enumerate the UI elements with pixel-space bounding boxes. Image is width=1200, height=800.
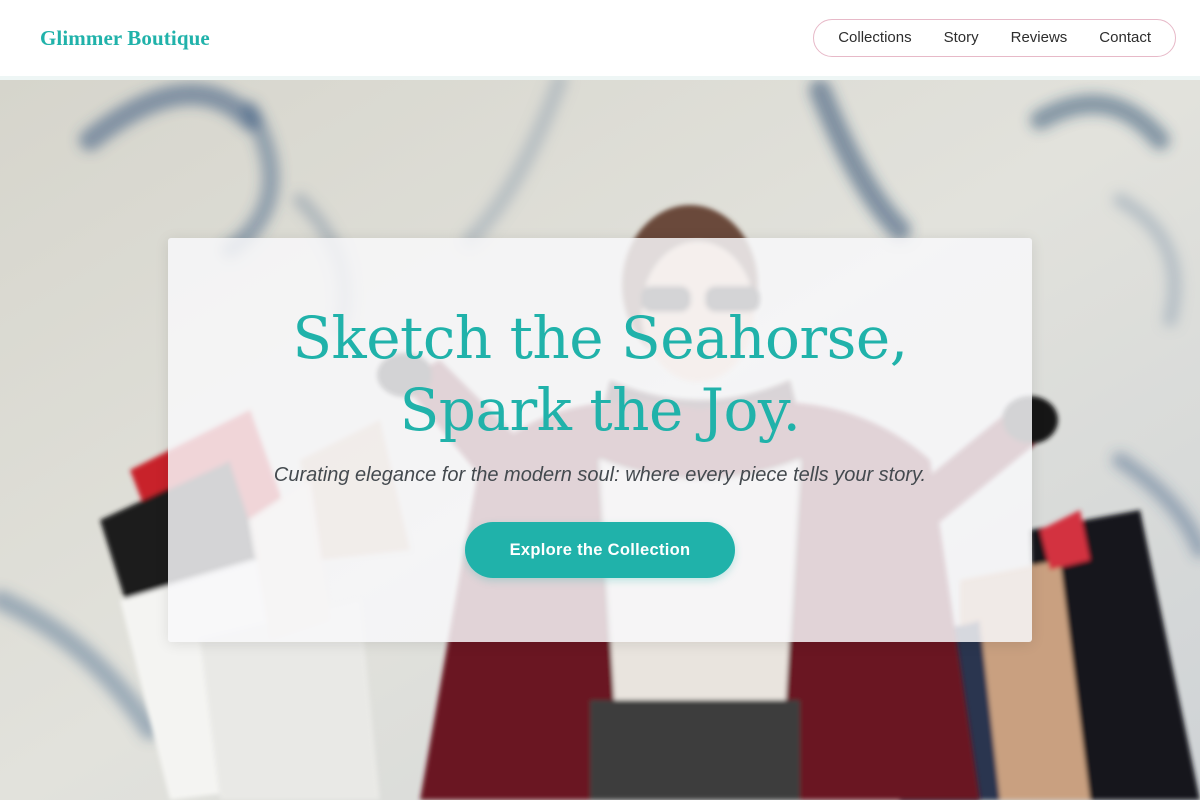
hero-headline-line-2: Spark the Joy. — [399, 376, 801, 444]
hero-headline: Sketch the Seahorse, Spark the Joy. — [168, 302, 1032, 446]
hero-headline-line-1: Sketch the Seahorse, — [292, 304, 908, 372]
header-divider — [0, 76, 1200, 80]
brand-logo[interactable]: Glimmer Boutique — [40, 26, 210, 51]
nav-link-collections[interactable]: Collections — [822, 20, 927, 56]
site-header: Glimmer Boutique Collections Story Revie… — [0, 0, 1200, 76]
nav-link-reviews[interactable]: Reviews — [995, 20, 1084, 56]
explore-collection-button[interactable]: Explore the Collection — [465, 522, 735, 578]
nav-link-story[interactable]: Story — [928, 20, 995, 56]
hero-card: Sketch the Seahorse, Spark the Joy. Cura… — [168, 238, 1032, 642]
hero-section: Sketch the Seahorse, Spark the Joy. Cura… — [0, 80, 1200, 800]
nav-link-contact[interactable]: Contact — [1083, 20, 1167, 56]
main-nav: Collections Story Reviews Contact — [813, 19, 1176, 57]
hero-tagline: Curating elegance for the modern soul: w… — [273, 464, 927, 486]
